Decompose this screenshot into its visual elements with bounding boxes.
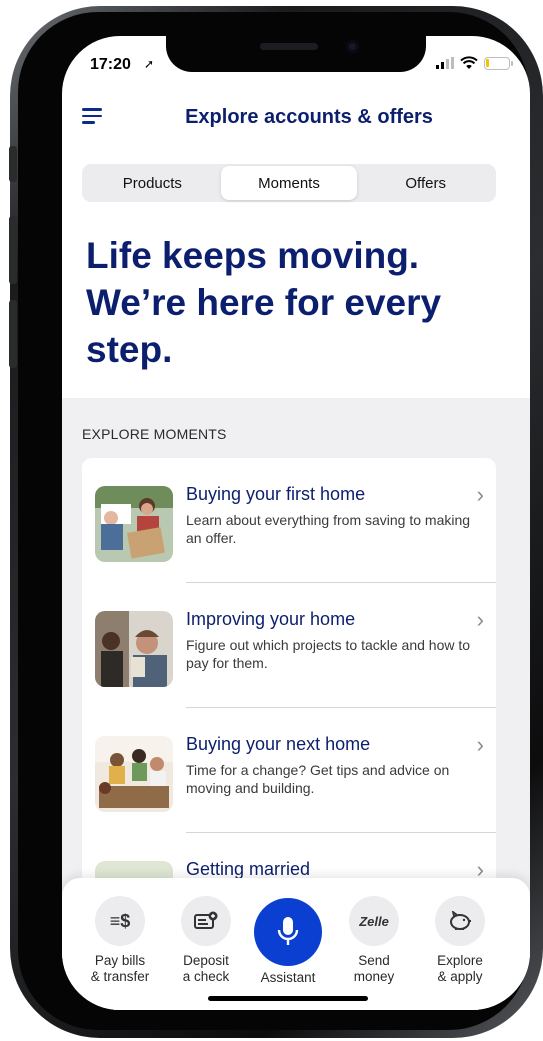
- status-time: 17:20: [90, 56, 131, 73]
- assistant-microphone-button[interactable]: [254, 898, 322, 966]
- home-indicator[interactable]: [208, 996, 368, 1001]
- scrolled-eyebrow-text: [88, 212, 218, 222]
- tab-offers[interactable]: Offers: [357, 166, 494, 200]
- nav-label: Explore & apply: [437, 953, 483, 984]
- item-description: Figure out which projects to tackle and …: [186, 637, 471, 671]
- microphone-icon: [277, 917, 299, 945]
- assistant-label[interactable]: Assistant: [238, 970, 338, 985]
- item-description: Time for a change? Get tips and advice o…: [186, 762, 450, 796]
- item-description: Learn about everything from saving to ma…: [186, 512, 471, 546]
- page-title: Explore accounts & offers: [185, 106, 433, 128]
- item-title: Buying your next home: [186, 734, 371, 754]
- first-home-photo: [95, 486, 173, 562]
- hero-headline: Life keeps moving. We’re here for every …: [86, 235, 442, 370]
- status-icons: [436, 56, 513, 70]
- explore-apply-button[interactable]: Explore & apply: [416, 896, 504, 985]
- segmented-tabs: Products Moments Offers: [82, 164, 496, 202]
- app-header: Explore accounts & offers: [62, 100, 530, 136]
- pay-bills-button[interactable]: ≡$ Pay bills & transfer: [76, 896, 164, 985]
- list-item-first-home[interactable]: Buying your first home Learn about every…: [82, 458, 496, 583]
- battery-icon: [484, 56, 513, 70]
- item-title: Buying your first home: [186, 484, 366, 504]
- item-title: Getting married: [186, 859, 311, 879]
- tab-products[interactable]: Products: [84, 166, 221, 200]
- section-label: EXPLORE MOMENTS: [82, 426, 227, 442]
- wifi-icon: [460, 56, 478, 69]
- phone-volume-down: [9, 300, 17, 368]
- chevron-right-icon: ›: [476, 482, 484, 507]
- deposit-check-button[interactable]: Deposit a check: [162, 896, 250, 985]
- front-camera: [346, 40, 359, 53]
- location-arrow-icon: ➚: [144, 57, 155, 71]
- piggy-bank-icon: [435, 896, 485, 946]
- zelle-icon: Zelle: [349, 896, 399, 946]
- next-home-photo: [95, 736, 173, 812]
- send-money-button[interactable]: Zelle Send money: [330, 896, 418, 985]
- speaker-grille: [260, 43, 318, 50]
- nav-label: Send money: [353, 953, 395, 984]
- moments-list: Buying your first home Learn about every…: [82, 458, 496, 938]
- phone-notch: [166, 36, 426, 72]
- phone-silent-switch: [9, 146, 17, 182]
- pay-bills-icon: ≡$: [95, 896, 145, 946]
- list-item-improving-home[interactable]: Improving your home Figure out which pro…: [82, 583, 496, 708]
- nav-label: Deposit a check: [182, 953, 230, 984]
- phone-volume-up: [9, 216, 17, 284]
- list-item-next-home[interactable]: Buying your next home Time for a change?…: [82, 708, 496, 833]
- bottom-navigation: ≡$ Pay bills & transfer Deposit a check: [62, 878, 530, 1010]
- deposit-check-icon: [181, 896, 231, 946]
- signal-icon: [436, 57, 454, 69]
- tab-moments[interactable]: Moments: [220, 166, 358, 200]
- nav-label: Pay bills & transfer: [90, 953, 150, 984]
- improving-home-photo: [95, 611, 173, 687]
- chevron-right-icon: ›: [476, 607, 484, 632]
- app-screen: 17:20 ➚ Explore accounts & offers Produc…: [62, 36, 530, 1010]
- item-title: Improving your home: [186, 609, 356, 629]
- chevron-right-icon: ›: [476, 732, 484, 757]
